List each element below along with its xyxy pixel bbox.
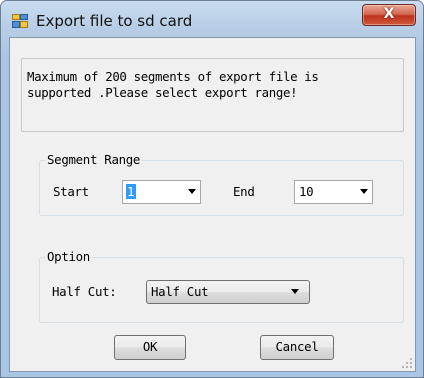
end-label: End bbox=[233, 184, 255, 199]
half-cut-dropdown[interactable]: Half Cut bbox=[146, 280, 310, 304]
half-cut-label: Half Cut: bbox=[52, 284, 117, 299]
message-text: Maximum of 200 segments of export file i… bbox=[27, 69, 319, 100]
start-label: Start bbox=[53, 184, 89, 199]
ok-button[interactable]: OK bbox=[114, 335, 186, 360]
resize-grip-icon[interactable] bbox=[401, 357, 413, 369]
window-title: Export file to sd card bbox=[36, 12, 193, 30]
chevron-down-icon bbox=[360, 189, 368, 194]
start-dropdown[interactable]: 1 bbox=[122, 180, 201, 204]
chevron-down-icon bbox=[188, 189, 196, 194]
title-bar[interactable]: Export file to sd card X bbox=[1, 1, 423, 37]
end-value: 10 bbox=[299, 184, 314, 199]
dialog-body: Maximum of 200 segments of export file i… bbox=[9, 37, 416, 372]
end-dropdown[interactable]: 10 bbox=[294, 180, 373, 204]
option-legend: Option bbox=[45, 249, 92, 265]
chevron-down-icon bbox=[291, 289, 299, 294]
segment-range-legend: Segment Range bbox=[45, 152, 143, 168]
close-icon: X bbox=[383, 6, 395, 22]
close-button[interactable]: X bbox=[362, 4, 416, 26]
export-dialog-window: Export file to sd card X Maximum of 200 … bbox=[0, 0, 424, 378]
start-value: 1 bbox=[126, 184, 137, 199]
cancel-button[interactable]: Cancel bbox=[260, 335, 334, 360]
app-window-icon bbox=[12, 14, 28, 28]
message-panel: Maximum of 200 segments of export file i… bbox=[21, 58, 404, 132]
half-cut-value: Half Cut bbox=[151, 284, 209, 299]
